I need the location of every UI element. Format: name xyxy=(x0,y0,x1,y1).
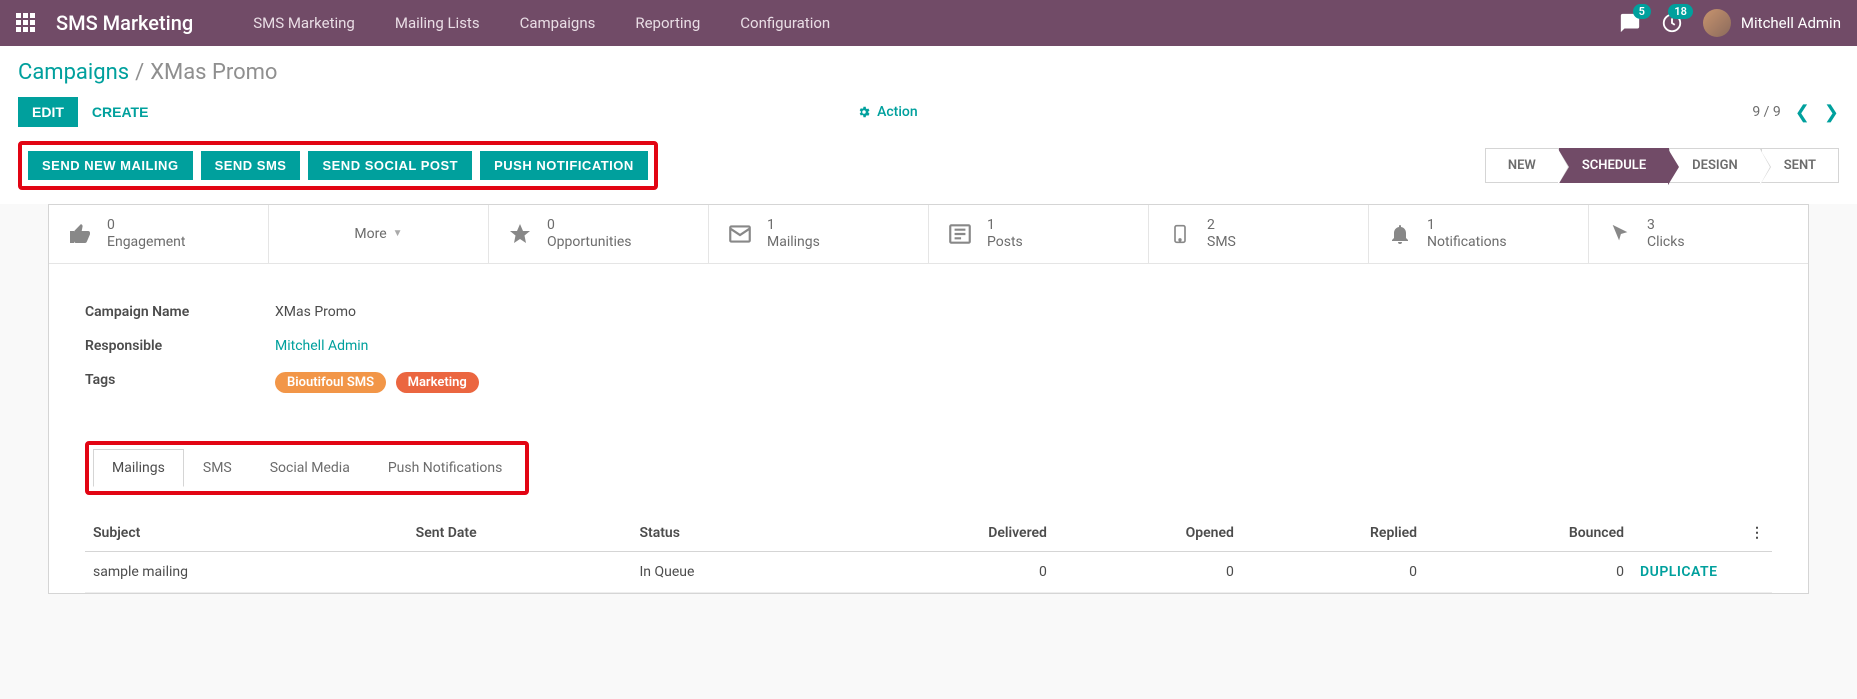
col-delivered[interactable]: Delivered xyxy=(838,515,1055,552)
step-sent[interactable]: SENT xyxy=(1761,148,1839,183)
cell-bounced: 0 xyxy=(1425,551,1632,592)
duplicate-button[interactable]: DUPLICATE xyxy=(1640,564,1718,580)
stat-opportunities[interactable]: 0Opportunities xyxy=(489,205,709,263)
table-row[interactable]: sample mailing In Queue 0 0 0 0 DUPLICAT… xyxy=(85,551,1772,592)
mailings-table: Subject Sent Date Status Delivered Opene… xyxy=(85,515,1772,593)
tags-value: Bioutifoul SMS Marketing xyxy=(275,372,485,393)
cell-opened: 0 xyxy=(1055,551,1242,592)
tab-mailings[interactable]: Mailings xyxy=(93,449,184,487)
stat-more[interactable]: More ▼ xyxy=(269,205,489,263)
send-sms-button[interactable]: SEND SMS xyxy=(201,151,301,180)
nav-campaigns[interactable]: Campaigns xyxy=(500,14,616,32)
col-opened[interactable]: Opened xyxy=(1055,515,1242,552)
col-subject[interactable]: Subject xyxy=(85,515,408,552)
cell-status: In Queue xyxy=(631,551,837,592)
newspaper-icon xyxy=(947,221,973,247)
top-nav: SMS Marketing SMS Marketing Mailing List… xyxy=(0,0,1857,46)
col-status[interactable]: Status xyxy=(631,515,837,552)
options-icon[interactable]: ⋮ xyxy=(1750,525,1764,541)
apps-menu-icon[interactable] xyxy=(16,13,36,33)
step-design[interactable]: DESIGN xyxy=(1669,148,1761,183)
pager-prev-icon[interactable]: ❮ xyxy=(1795,102,1810,123)
edit-button[interactable]: EDIT xyxy=(18,97,78,127)
messaging-icon[interactable]: 5 xyxy=(1619,12,1641,34)
col-replied[interactable]: Replied xyxy=(1242,515,1425,552)
caret-down-icon: ▼ xyxy=(393,228,403,239)
stat-sms[interactable]: 2SMS xyxy=(1149,205,1369,263)
form-sheet: 0Engagement More ▼ 0Opportunities 1Maili… xyxy=(48,204,1809,594)
col-sent-date[interactable]: Sent Date xyxy=(408,515,632,552)
envelope-icon xyxy=(727,221,753,247)
stat-engagement[interactable]: 0Engagement xyxy=(49,205,269,263)
status-bar: SEND NEW MAILING SEND SMS SEND SOCIAL PO… xyxy=(0,141,1857,204)
tag-marketing[interactable]: Marketing xyxy=(396,372,479,393)
stat-clicks[interactable]: 3Clicks xyxy=(1589,205,1808,263)
breadcrumb-parent[interactable]: Campaigns xyxy=(18,60,129,85)
responsible-value[interactable]: Mitchell Admin xyxy=(275,338,368,354)
form-fields: Campaign Name XMas Promo Responsible Mit… xyxy=(49,264,1808,441)
col-bounced[interactable]: Bounced xyxy=(1425,515,1632,552)
stat-mailings[interactable]: 1Mailings xyxy=(709,205,929,263)
step-new[interactable]: NEW xyxy=(1485,148,1559,183)
tab-sms[interactable]: SMS xyxy=(184,449,251,487)
cell-replied: 0 xyxy=(1242,551,1425,592)
star-icon xyxy=(507,221,533,247)
breadcrumb-row: Campaigns/XMas Promo xyxy=(0,46,1857,85)
app-brand[interactable]: SMS Marketing xyxy=(56,11,193,35)
user-name[interactable]: Mitchell Admin xyxy=(1741,14,1841,32)
nav-mailing-lists[interactable]: Mailing Lists xyxy=(375,14,500,32)
highlighted-action-buttons: SEND NEW MAILING SEND SMS SEND SOCIAL PO… xyxy=(18,141,658,190)
nav-reporting[interactable]: Reporting xyxy=(615,14,720,32)
gear-icon xyxy=(857,105,871,119)
breadcrumb: Campaigns/XMas Promo xyxy=(18,60,1839,85)
tab-push-notifications[interactable]: Push Notifications xyxy=(369,449,522,487)
cell-subject: sample mailing xyxy=(85,551,408,592)
pager: 9 / 9 ❮ ❯ xyxy=(1752,102,1839,123)
cursor-icon xyxy=(1607,221,1633,247)
stat-notifications[interactable]: 1Notifications xyxy=(1369,205,1589,263)
thumbs-up-icon xyxy=(67,221,93,247)
cell-sent-date xyxy=(408,551,632,592)
activities-icon[interactable]: 18 xyxy=(1661,12,1683,34)
cell-delivered: 0 xyxy=(838,551,1055,592)
responsible-label: Responsible xyxy=(85,338,275,354)
tag-bioutifoul-sms[interactable]: Bioutifoul SMS xyxy=(275,372,386,393)
push-notification-button[interactable]: PUSH NOTIFICATION xyxy=(480,151,648,180)
bell-icon xyxy=(1387,221,1413,247)
pager-text: 9 / 9 xyxy=(1752,104,1780,120)
activities-badge: 18 xyxy=(1668,4,1693,19)
highlighted-tabs: Mailings SMS Social Media Push Notificat… xyxy=(85,441,529,495)
stat-posts[interactable]: 1Posts xyxy=(929,205,1149,263)
campaign-name-label: Campaign Name xyxy=(85,304,275,320)
action-label: Action xyxy=(877,104,918,120)
nav-sms-marketing[interactable]: SMS Marketing xyxy=(233,14,375,32)
step-schedule[interactable]: SCHEDULE xyxy=(1559,148,1669,183)
status-steps: NEW SCHEDULE DESIGN SENT xyxy=(1485,148,1839,183)
tab-social-media[interactable]: Social Media xyxy=(251,449,369,487)
tags-label: Tags xyxy=(85,372,275,393)
nav-configuration[interactable]: Configuration xyxy=(720,14,850,32)
mobile-icon xyxy=(1167,221,1193,247)
control-bar: EDIT CREATE Action 9 / 9 ❮ ❯ xyxy=(0,85,1857,141)
user-avatar[interactable] xyxy=(1703,9,1731,37)
campaign-name-value: XMas Promo xyxy=(275,304,356,320)
action-dropdown[interactable]: Action xyxy=(857,104,918,120)
send-new-mailing-button[interactable]: SEND NEW MAILING xyxy=(28,151,193,180)
send-social-post-button[interactable]: SEND SOCIAL POST xyxy=(308,151,472,180)
messages-badge: 5 xyxy=(1633,4,1651,19)
create-button[interactable]: CREATE xyxy=(78,97,163,127)
breadcrumb-current: XMas Promo xyxy=(150,60,277,85)
pager-next-icon[interactable]: ❯ xyxy=(1824,102,1839,123)
stat-buttons-row: 0Engagement More ▼ 0Opportunities 1Maili… xyxy=(49,205,1808,264)
